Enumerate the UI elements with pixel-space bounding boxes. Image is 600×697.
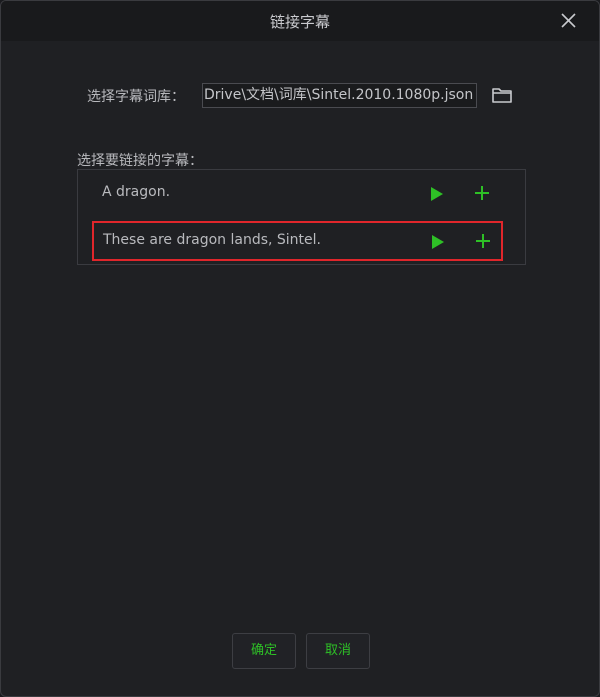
play-icon xyxy=(431,187,443,201)
add-button[interactable] xyxy=(475,233,491,249)
dictionary-path-field[interactable]: Drive\文档\词库\Sintel.2010.1080p.json xyxy=(202,83,477,108)
link-subtitle-dialog: 链接字幕 选择字幕词库： Drive\文档\词库\Sintel.2010.108… xyxy=(0,0,600,697)
subtitle-text: A dragon. xyxy=(102,184,171,200)
add-button[interactable] xyxy=(474,185,490,201)
play-button[interactable] xyxy=(430,186,444,201)
cancel-button[interactable]: 取消 xyxy=(306,633,370,669)
dialog-title: 链接字幕 xyxy=(269,13,330,31)
play-icon xyxy=(432,235,444,249)
subtitle-row-selected[interactable]: These are dragon lands, Sintel. xyxy=(92,221,503,261)
plus-icon xyxy=(475,186,489,200)
subtitle-list: A dragon. These are dragon lands, Sintel… xyxy=(77,169,526,265)
subtitle-text: These are dragon lands, Sintel. xyxy=(103,232,321,248)
title-bar: 链接字幕 xyxy=(1,1,599,41)
ok-button[interactable]: 确定 xyxy=(232,633,296,669)
close-icon xyxy=(561,13,576,28)
folder-icon xyxy=(492,88,512,103)
plus-icon xyxy=(476,234,490,248)
dictionary-path-value: Drive\文档\词库\Sintel.2010.1080p.json xyxy=(204,87,474,103)
browse-folder-button[interactable] xyxy=(491,86,513,104)
subtitle-row[interactable]: A dragon. xyxy=(92,173,503,213)
dictionary-label: 选择字幕词库： xyxy=(87,89,185,105)
subtitle-select-label: 选择要链接的字幕： xyxy=(77,153,203,169)
close-button[interactable] xyxy=(559,11,579,31)
play-button[interactable] xyxy=(431,234,445,249)
